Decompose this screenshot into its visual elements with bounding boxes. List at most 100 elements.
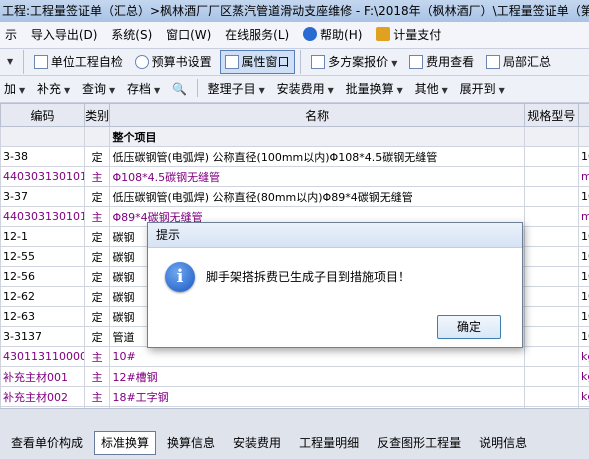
cell-name[interactable]: 12#槽钢: [110, 367, 524, 387]
cell-code[interactable]: 12-55: [1, 247, 85, 267]
budget-settings-button[interactable]: 预算书设置: [131, 50, 216, 74]
cell-unit[interactable]: 10: [579, 227, 589, 247]
organize-items-button[interactable]: 整理子目▼: [204, 76, 269, 103]
cell-spec[interactable]: [524, 347, 578, 367]
cell-spec[interactable]: [524, 367, 578, 387]
cell-code[interactable]: 补充主材001: [1, 367, 85, 387]
other-button[interactable]: 其他▼: [411, 76, 452, 103]
table-row[interactable]: 3-38定低压碳钢管(电弧焊) 公称直径(100mm以内)Φ108*4.5碳钢无…: [1, 147, 589, 167]
cell-name[interactable]: 10#: [110, 347, 524, 367]
table-row[interactable]: 补充主材002主18#工字钢 kg: [1, 387, 589, 407]
cell-name[interactable]: Φ108*4.5碳钢无缝管: [110, 167, 524, 187]
cell-type[interactable]: 主: [84, 387, 110, 407]
cell-spec[interactable]: [524, 327, 578, 347]
menu-item-online[interactable]: 在线服务(L): [220, 22, 294, 48]
supplement-button[interactable]: 补充▼: [33, 76, 74, 103]
cell-spec[interactable]: [524, 167, 578, 187]
menu-item-window[interactable]: 窗口(W): [161, 22, 216, 48]
cell-code[interactable]: 440303130101N: [1, 167, 85, 187]
menu-item-payment[interactable]: 计量支付: [371, 22, 446, 48]
cell-type[interactable]: 主: [84, 167, 110, 187]
cell-code[interactable]: 12-1: [1, 227, 85, 247]
cell-type[interactable]: 定: [84, 267, 110, 287]
cell-unit[interactable]: 10: [579, 147, 589, 167]
cell-spec[interactable]: [524, 307, 578, 327]
cell-type[interactable]: 定: [84, 227, 110, 247]
cell-type[interactable]: 定: [84, 287, 110, 307]
table-row[interactable]: 3-37定低压碳钢管(电弧焊) 公称直径(80mm以内)Φ89*4碳钢无缝管 10: [1, 187, 589, 207]
install-fee-button[interactable]: 安装费用▼: [273, 76, 338, 103]
cell-spec[interactable]: [524, 287, 578, 307]
cell-code[interactable]: 440303130101N: [1, 207, 85, 227]
cell-code[interactable]: 3-37: [1, 187, 85, 207]
cell-unit[interactable]: m: [579, 207, 589, 227]
cell-code[interactable]: 12-62: [1, 287, 85, 307]
cell-type[interactable]: 主: [84, 367, 110, 387]
cell-type[interactable]: 定: [84, 147, 110, 167]
cell-code[interactable]: 3-38: [1, 147, 85, 167]
tab-0[interactable]: 查看单价构成: [4, 431, 90, 455]
cell-code[interactable]: 12-56: [1, 267, 85, 287]
cell-unit[interactable]: 10: [579, 287, 589, 307]
partial-summary-button[interactable]: 局部汇总: [482, 50, 555, 74]
column-header-type[interactable]: 类别: [84, 104, 110, 127]
multi-plan-button[interactable]: 多方案报价▼: [307, 50, 401, 74]
column-header-name[interactable]: 名称: [110, 104, 524, 127]
cell-unit[interactable]: kg: [579, 367, 589, 387]
menu-item-system[interactable]: 系统(S): [106, 22, 157, 48]
column-header-spec[interactable]: 规格型号: [524, 104, 578, 127]
dropdown-arrow[interactable]: ▼: [3, 50, 17, 74]
archive-button[interactable]: 存档▼: [123, 76, 164, 103]
property-window-button[interactable]: 属性窗口: [220, 50, 295, 74]
query-button[interactable]: 查询▼: [78, 76, 119, 103]
menu-item-import-export[interactable]: 导入导出(D): [26, 22, 103, 48]
table-row[interactable]: 补充主材001主12#槽钢 kg: [1, 367, 589, 387]
section-row[interactable]: 整个项目: [1, 127, 589, 147]
cell-spec[interactable]: [524, 147, 578, 167]
column-header-code[interactable]: 编码: [1, 104, 85, 127]
table-row[interactable]: 4301131100001N主10# kg: [1, 347, 589, 367]
menu-item-0[interactable]: 示: [0, 22, 22, 48]
cell-type[interactable]: 定: [84, 247, 110, 267]
tab-2[interactable]: 换算信息: [160, 431, 222, 455]
cell-code[interactable]: 3-3137: [1, 327, 85, 347]
unit-check-button[interactable]: 单位工程自检: [30, 50, 127, 74]
cell-unit[interactable]: kg: [579, 387, 589, 407]
expand-to-button[interactable]: 展开到▼: [456, 76, 509, 103]
cell-unit[interactable]: 10: [579, 247, 589, 267]
cell-spec[interactable]: [524, 267, 578, 287]
cell-name[interactable]: 低压碳钢管(电弧焊) 公称直径(100mm以内)Φ108*4.5碳钢无缝管: [110, 147, 524, 167]
cell-type[interactable]: 定: [84, 307, 110, 327]
cell-spec[interactable]: [524, 387, 578, 407]
cell-name[interactable]: 低压碳钢管(电弧焊) 公称直径(80mm以内)Φ89*4碳钢无缝管: [110, 187, 524, 207]
menu-item-help[interactable]: 帮助(H): [298, 22, 367, 48]
column-header-unit[interactable]: 单: [579, 104, 589, 127]
batch-convert-button[interactable]: 批量换算▼: [342, 76, 407, 103]
cell-spec[interactable]: [524, 207, 578, 227]
cell-type[interactable]: 定: [84, 327, 110, 347]
binoculars-icon[interactable]: 🔍: [168, 76, 191, 102]
fee-view-button[interactable]: 费用查看: [405, 50, 478, 74]
cell-unit[interactable]: 10: [579, 267, 589, 287]
cell-type[interactable]: 主: [84, 207, 110, 227]
tab-1[interactable]: 标准换算: [94, 431, 156, 455]
cell-unit[interactable]: m: [579, 167, 589, 187]
table-row[interactable]: 440303130101N主Φ108*4.5碳钢无缝管 m: [1, 167, 589, 187]
cell-name[interactable]: 18#工字钢: [110, 387, 524, 407]
cell-spec[interactable]: [524, 187, 578, 207]
cell-unit[interactable]: 10: [579, 187, 589, 207]
cell-code[interactable]: 12-63: [1, 307, 85, 327]
cell-code[interactable]: 补充主材002: [1, 387, 85, 407]
tab-4[interactable]: 工程量明细: [292, 431, 366, 455]
tab-3[interactable]: 安装费用: [226, 431, 288, 455]
ok-button[interactable]: 确定: [437, 315, 501, 339]
tab-5[interactable]: 反查图形工程量: [370, 431, 468, 455]
cell-unit[interactable]: 10: [579, 307, 589, 327]
cell-unit[interactable]: kg: [579, 347, 589, 367]
cell-unit[interactable]: 10: [579, 327, 589, 347]
cell-type[interactable]: 定: [84, 187, 110, 207]
cell-code[interactable]: 4301131100001N: [1, 347, 85, 367]
cell-spec[interactable]: [524, 227, 578, 247]
cell-type[interactable]: 主: [84, 347, 110, 367]
add-button[interactable]: 加▼: [0, 76, 29, 103]
